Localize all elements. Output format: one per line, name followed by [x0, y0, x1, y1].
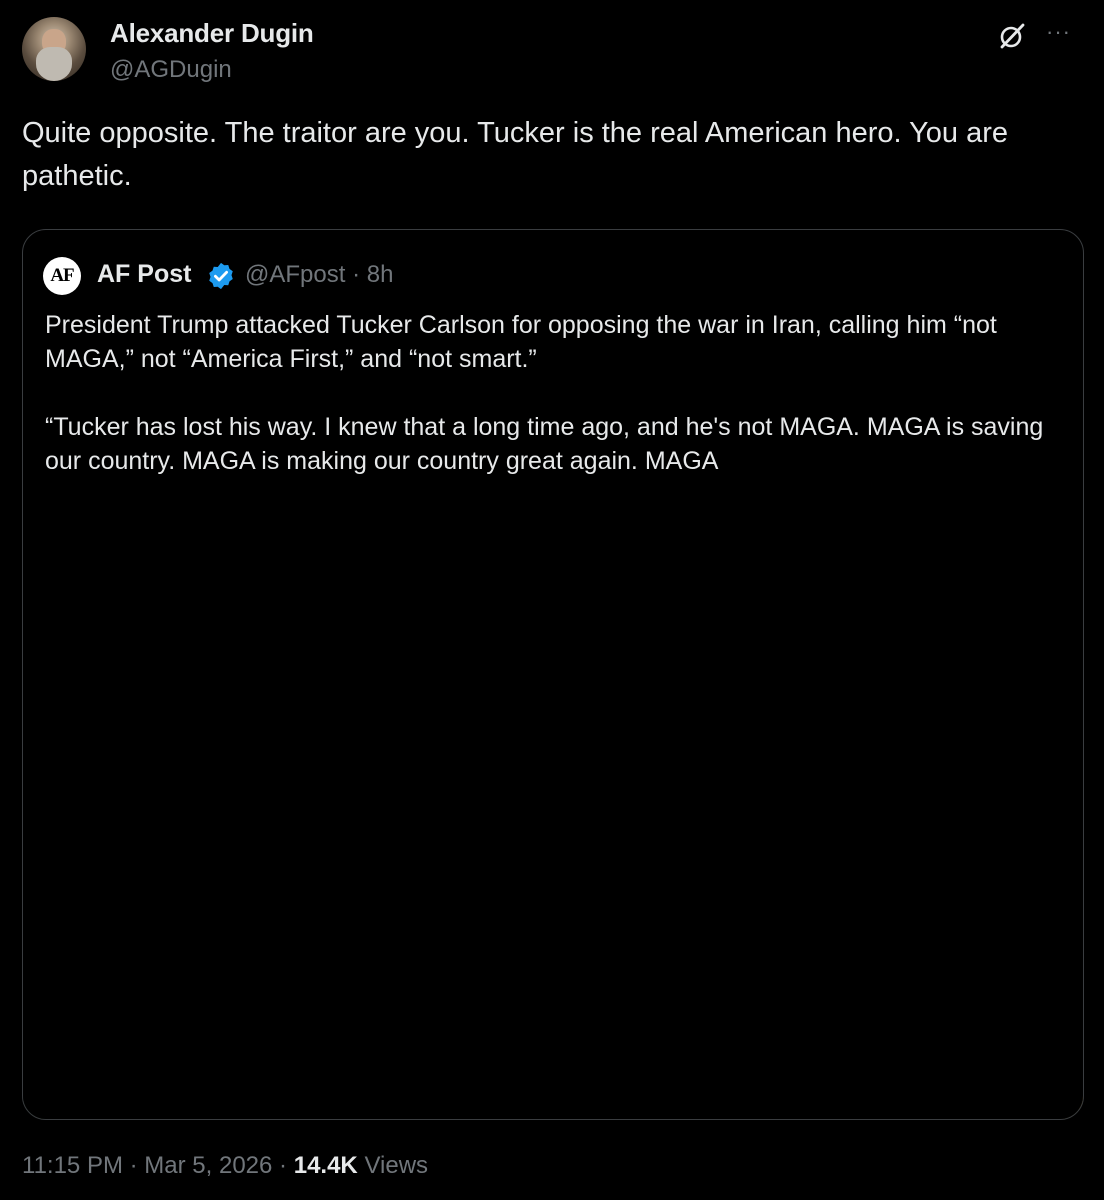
- photo-left-illustration: [23, 523, 551, 1119]
- quoted-handle-time: @AFpost · 8h: [245, 261, 394, 288]
- meta-separator: ·: [129, 1152, 138, 1179]
- tweet-date[interactable]: Mar 5, 2026: [144, 1152, 272, 1179]
- quoted-text: President Trump attacked Tucker Carlson …: [45, 308, 1065, 478]
- more-icon[interactable]: ···: [1046, 20, 1086, 44]
- quoted-author-name: AF Post: [97, 260, 192, 288]
- grok-icon[interactable]: [998, 22, 1026, 50]
- tweet-footer-meta: 11:15 PM · Mar 5, 2026 · 14.4K Views: [22, 1152, 428, 1180]
- meta-separator: ·: [279, 1152, 288, 1179]
- tweet: Alexander Dugin @AGDugin ··· Quite oppos…: [0, 0, 1104, 1200]
- quoted-paragraph: “Tucker has lost his way. I knew that a …: [45, 413, 1044, 475]
- author-avatar[interactable]: [22, 17, 86, 81]
- tweet-time[interactable]: 11:15 PM: [22, 1152, 123, 1179]
- author-name[interactable]: Alexander Dugin: [110, 18, 314, 49]
- media-photo-left[interactable]: [23, 523, 551, 1119]
- author-handle[interactable]: @AGDugin: [110, 56, 232, 84]
- verified-badge-icon: [209, 262, 233, 290]
- views-label: Views: [364, 1152, 429, 1179]
- photo-right-illustration: [555, 523, 1083, 1119]
- quoted-avatar-logo: AF: [43, 257, 81, 295]
- views-count: 14.4K: [293, 1152, 358, 1179]
- media-photo-right[interactable]: [555, 523, 1083, 1119]
- quoted-paragraph: President Trump attacked Tucker Carlson …: [45, 311, 997, 373]
- tweet-text: Quite opposite. The traitor are you. Tuc…: [22, 117, 1009, 192]
- quoted-media[interactable]: [23, 523, 1083, 1119]
- quoted-tweet[interactable]: AF AF Post @AFpost · 8h President Trump …: [22, 229, 1084, 1120]
- avatar-beard: [36, 47, 72, 81]
